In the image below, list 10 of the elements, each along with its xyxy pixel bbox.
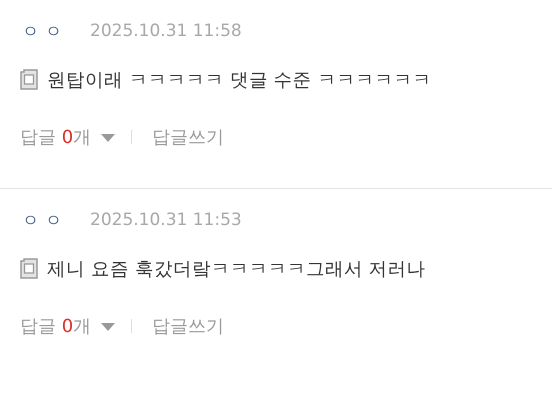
write-reply-link[interactable]: 답글쓰기: [152, 125, 224, 149]
comment-date: 2025.10.31 11:53: [90, 210, 242, 230]
write-reply-link[interactable]: 답글쓰기: [152, 314, 224, 338]
replies-toggle[interactable]: 답글 0개: [20, 125, 116, 149]
comment-text: 제니 요즘 훅갔더랔ㅋㅋㅋㅋㅋ그래서 저러나: [47, 258, 426, 280]
comment-date: 2025.10.31 11:58: [90, 21, 242, 41]
author-name[interactable]: ㅇㅇ: [22, 208, 68, 232]
author-name[interactable]: ㅇㅇ: [22, 20, 68, 42]
replies-toggle[interactable]: 답글 0개: [20, 314, 116, 338]
comment-text: 원탑이래 ㅋㅋㅋㅋㅋ 댓글 수준 ㅋㅋㅋㅋㅋㅋ: [47, 68, 432, 92]
